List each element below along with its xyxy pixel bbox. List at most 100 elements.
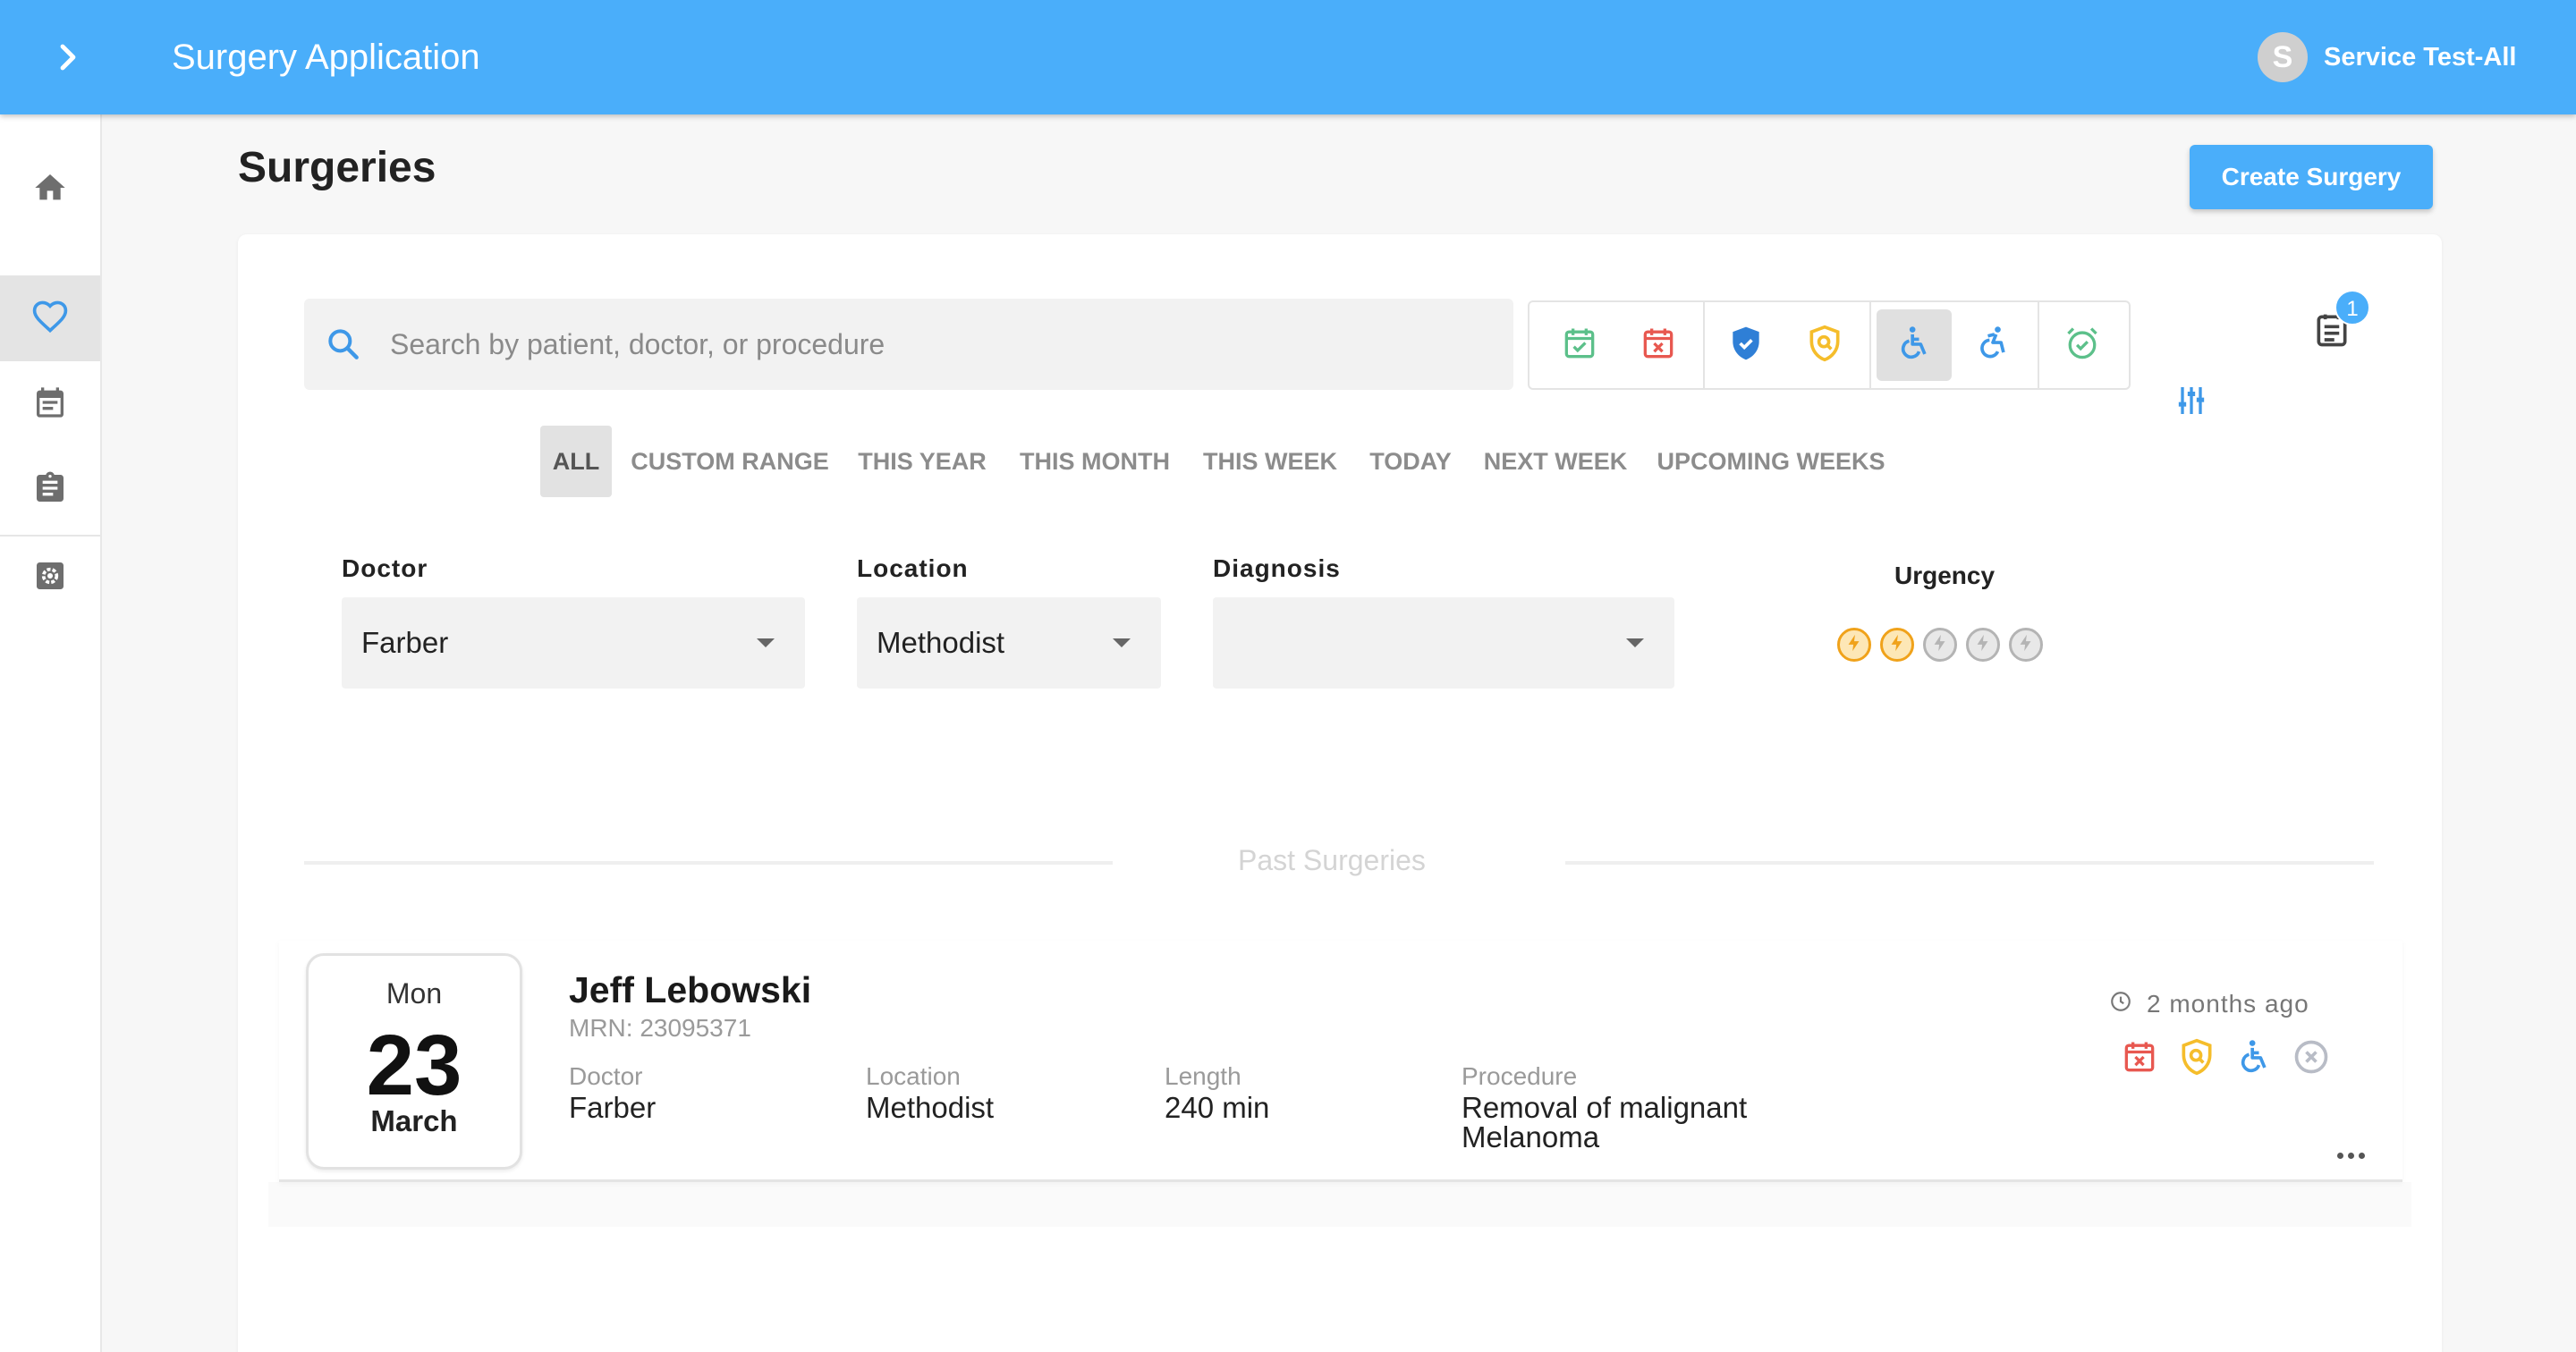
more-options-button[interactable]: [2331, 1145, 2370, 1166]
row-status-cancelled: [2120, 1039, 2159, 1078]
more-dot: [2358, 1152, 2365, 1159]
user-name[interactable]: Service Test-All: [2324, 0, 2516, 114]
doctor-label: Doctor: [342, 554, 428, 582]
filter-settings-button[interactable]: [2172, 383, 2211, 422]
wheelchair-icon: [1894, 324, 1934, 368]
length-field-value: 240 min: [1165, 1091, 1270, 1124]
filter-scheduled-button[interactable]: [1542, 309, 1617, 381]
search-input[interactable]: [390, 299, 1481, 390]
urgency-level-1[interactable]: [1837, 628, 1871, 662]
calendar-check-icon: [1560, 324, 1599, 368]
row-spacer: [268, 1182, 2411, 1227]
patient-mrn: MRN: 23095371: [569, 1014, 751, 1042]
app-title: Surgery Application: [172, 38, 480, 77]
filter-accessible-button[interactable]: [1877, 309, 1952, 381]
sidebar-item-surgeries[interactable]: [0, 275, 100, 361]
home-icon: [32, 170, 68, 210]
search-bar: [304, 299, 1513, 390]
surgery-date-card: Mon 23 March: [306, 953, 522, 1170]
filter-mobility-button[interactable]: [1955, 309, 2030, 381]
tab-next-week[interactable]: NEXT WEEK: [1476, 426, 1635, 497]
location-select[interactable]: Methodist: [857, 597, 1161, 689]
filter-separator: [1703, 302, 1705, 388]
filter-separator: [1869, 302, 1871, 388]
doctor-field-label: Doctor: [569, 1062, 643, 1090]
lightning-icon: [2016, 633, 2036, 657]
create-surgery-button[interactable]: Create Surgery: [2190, 145, 2433, 209]
doctor-select[interactable]: Farber: [342, 597, 805, 689]
row-status-accessible: [2234, 1039, 2274, 1078]
chevron-down-icon: [1113, 638, 1131, 647]
urgency-level-2[interactable]: [1880, 628, 1914, 662]
tab-all[interactable]: ALL: [540, 426, 612, 497]
heart-icon: [30, 297, 70, 341]
clipboard-icon: [32, 470, 68, 511]
more-dot: [2336, 1152, 2343, 1159]
lightning-icon: [1930, 633, 1950, 657]
app-bar: Surgery Application S Service Test-All: [0, 0, 2576, 114]
diagnosis-select[interactable]: [1213, 597, 1674, 689]
date-day: 23: [366, 1018, 462, 1113]
doctor-field-value: Farber: [569, 1091, 657, 1124]
clock-icon: [2109, 990, 2132, 1019]
patient-name[interactable]: Jeff Lebowski: [569, 969, 811, 1011]
procedure-field-label: Procedure: [1462, 1062, 1578, 1090]
tab-this-month[interactable]: THIS MONTH: [1013, 426, 1177, 497]
doctor-select-value: Farber: [361, 626, 449, 659]
more-dot: [2347, 1152, 2354, 1159]
location-field-label: Location: [866, 1062, 961, 1090]
filter-cancelled-button[interactable]: [1621, 309, 1696, 381]
diagnosis-label: Diagnosis: [1213, 554, 1341, 582]
tab-custom-range[interactable]: CUSTOM RANGE: [628, 426, 832, 497]
procedure-field-value: Removal of malignant Melanoma: [1462, 1091, 1748, 1153]
row-status-incomplete: [2292, 1039, 2331, 1078]
sidebar-item-settings[interactable]: [0, 535, 100, 621]
lightning-icon: [1844, 633, 1864, 657]
tune-icon: [2174, 383, 2209, 423]
tab-this-week[interactable]: THIS WEEK: [1195, 426, 1345, 497]
calendar-x-icon: [1639, 324, 1678, 368]
length-field-label: Length: [1165, 1062, 1241, 1090]
row-status-insurance-review: [2177, 1037, 2216, 1081]
urgency-level-5[interactable]: [2009, 628, 2043, 662]
lightning-icon: [1973, 633, 1993, 657]
chevron-down-icon: [757, 638, 775, 647]
sidebar-item-home[interactable]: [0, 147, 100, 232]
page-title: Surgeries: [238, 144, 436, 191]
shield-check-icon: [1726, 324, 1766, 368]
location-field-value: Methodist: [866, 1091, 995, 1124]
shield-search-icon: [1805, 324, 1844, 368]
sidebar-item-assignments[interactable]: [0, 447, 100, 533]
date-weekday: Mon: [386, 977, 443, 1010]
avatar[interactable]: S: [2258, 32, 2308, 82]
tab-today[interactable]: TODAY: [1363, 426, 1458, 497]
section-divider: [304, 861, 1113, 865]
urgency-label: Urgency: [1894, 562, 1996, 589]
chevron-right-icon[interactable]: [47, 36, 89, 79]
wheelchair-icon: [2234, 1037, 2274, 1081]
urgency-level-4[interactable]: [1966, 628, 2000, 662]
filter-insured-button[interactable]: [1708, 309, 1784, 381]
wheelchair-moving-icon: [1973, 324, 2012, 368]
time-ago-text: 2 months ago: [2147, 990, 2309, 1018]
location-select-value: Methodist: [877, 626, 1005, 659]
notification-badge: 1: [2334, 290, 2370, 325]
section-title: Past Surgeries: [1238, 844, 1426, 876]
settings-icon: [32, 558, 68, 598]
calendar-x-icon: [2120, 1037, 2159, 1081]
location-label: Location: [857, 554, 969, 582]
date-month: March: [370, 1104, 458, 1137]
search-icon: [324, 325, 363, 368]
alarm-check-icon: [2063, 324, 2102, 368]
tab-upcoming-weeks[interactable]: UPCOMING WEEKS: [1653, 426, 1889, 497]
tab-this-year[interactable]: THIS YEAR: [850, 426, 995, 497]
calendar-icon: [32, 384, 68, 425]
filter-insurance-review-button[interactable]: [1787, 309, 1862, 381]
section-divider: [1565, 861, 2374, 865]
shield-search-icon: [2177, 1037, 2216, 1081]
filter-on-time-button[interactable]: [2045, 309, 2120, 381]
urgency-level-3[interactable]: [1923, 628, 1957, 662]
sidebar-item-calendar[interactable]: [0, 361, 100, 447]
sidebar: [0, 114, 102, 1352]
surgery-time-ago: 2 months ago: [2109, 989, 2309, 1019]
